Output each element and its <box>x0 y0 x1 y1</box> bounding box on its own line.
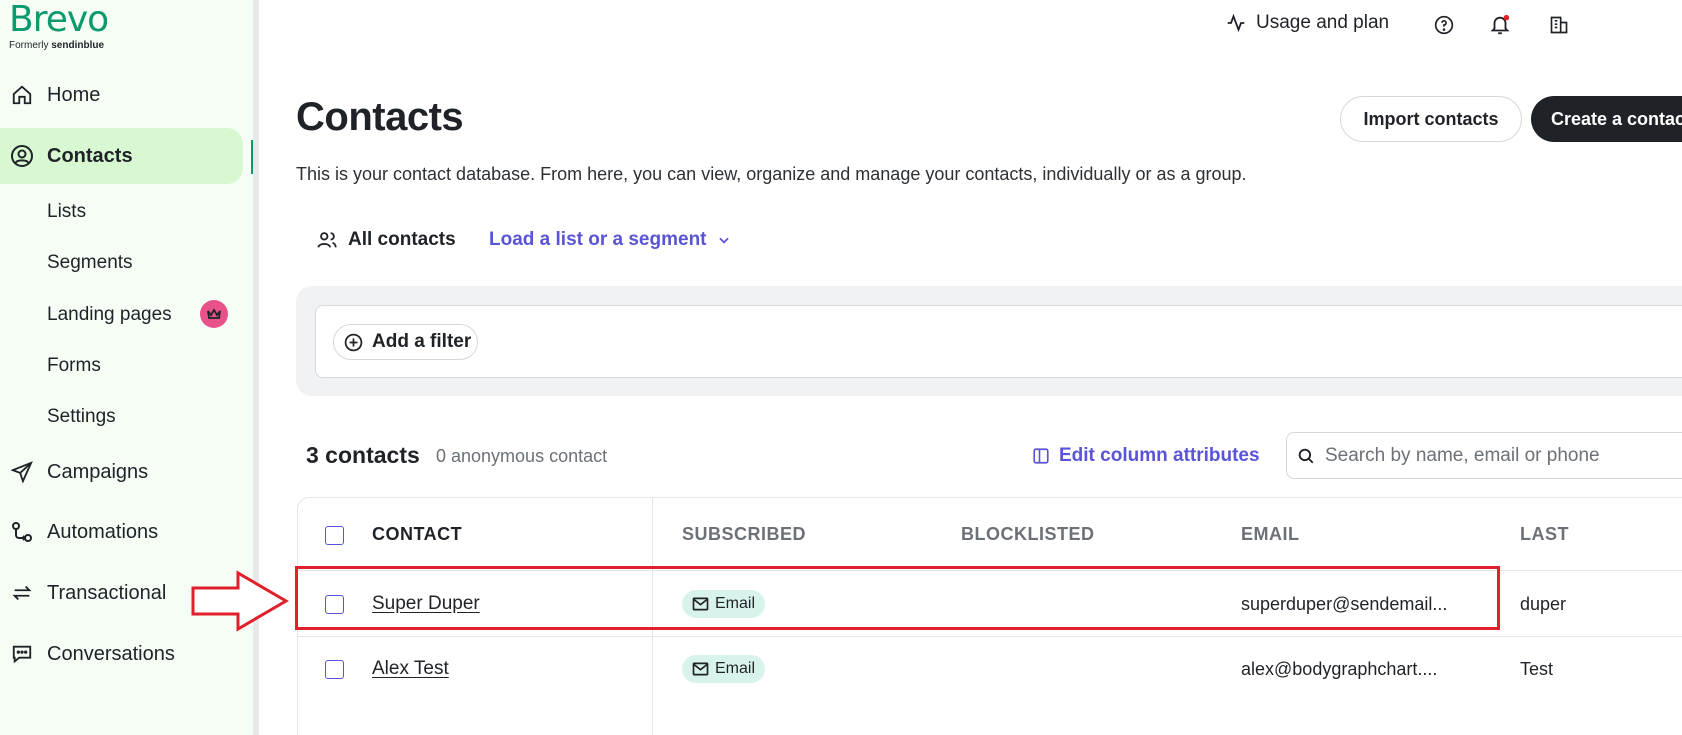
usage-and-plan-label: Usage and plan <box>1256 12 1390 33</box>
load-list-dropdown[interactable]: Load a list or a segment <box>489 229 731 251</box>
row-checkbox[interactable] <box>325 660 344 679</box>
page-description: This is your contact database. From here… <box>296 164 1247 184</box>
select-all-checkbox[interactable] <box>325 526 344 545</box>
sidebar-subitem-segments[interactable]: Segments <box>47 252 133 274</box>
column-header-email[interactable]: EMAIL <box>1241 524 1300 545</box>
sidebar-subitem-lists[interactable]: Lists <box>47 201 86 223</box>
sidebar-item-label: Conversations <box>47 642 175 665</box>
formerly-name: sendinblue <box>51 40 105 51</box>
sidebar-subitem-forms[interactable]: Forms <box>47 355 101 377</box>
active-indicator <box>251 140 253 174</box>
sidebar-subitem-settings[interactable]: Settings <box>47 406 116 428</box>
all-contacts-tab[interactable]: All contacts <box>316 229 456 251</box>
column-header-contact[interactable]: CONTACT <box>372 524 462 545</box>
column-header-blocklisted[interactable]: BLOCKLISTED <box>961 524 1095 545</box>
chat-icon <box>9 641 35 667</box>
sidebar-item-home[interactable]: Home <box>0 71 243 119</box>
load-list-label: Load a list or a segment <box>489 229 707 250</box>
sidebar-item-contacts[interactable]: Contacts <box>0 128 243 184</box>
search-input[interactable] <box>1325 444 1682 467</box>
transactional-icon <box>9 580 35 606</box>
sidebar-item-automations[interactable]: Automations <box>0 508 243 556</box>
contacts-count: 3 contacts <box>306 442 420 468</box>
sidebar-item-label: Transactional <box>47 581 167 604</box>
activity-icon <box>1227 13 1245 33</box>
import-contacts-button[interactable]: Import contacts <box>1340 96 1522 142</box>
notifications-icon[interactable] <box>1489 14 1511 36</box>
logo-wordmark: Brevo <box>9 0 109 40</box>
column-header-subscribed[interactable]: SUBSCRIBED <box>682 524 806 545</box>
send-icon <box>9 459 35 485</box>
add-filter-button[interactable]: Add a filter <box>333 324 478 360</box>
contact-name-link[interactable]: Alex Test <box>372 658 449 680</box>
sidebar-item-label: Automations <box>47 520 159 543</box>
formerly-prefix: Formerly <box>9 40 49 51</box>
sidebar-item-conversations[interactable]: Conversations <box>0 630 243 678</box>
sidebar-item-label: Contacts <box>47 144 133 167</box>
lastname-cell: duper <box>1520 594 1567 614</box>
usage-and-plan-button[interactable]: Usage and plan <box>1226 12 1389 34</box>
edit-column-attributes-button[interactable]: Edit column attributes <box>1032 445 1260 467</box>
columns-icon <box>1033 448 1049 464</box>
anonymous-count: 0 anonymous contact <box>436 446 608 466</box>
subscribed-channel: Email <box>715 660 756 677</box>
highlight-annotation-box <box>295 566 1500 630</box>
email-cell: alex@bodygraphchart.... <box>1241 659 1438 679</box>
search-icon <box>1298 448 1314 463</box>
search-field[interactable] <box>1286 432 1682 479</box>
chevron-down-icon <box>718 237 729 244</box>
column-header-last[interactable]: LAST <box>1520 524 1569 545</box>
users-icon <box>317 232 337 248</box>
sidebar-item-campaigns[interactable]: Campaigns <box>0 448 243 496</box>
plus-circle-icon <box>344 333 363 351</box>
all-contacts-label: All contacts <box>348 229 456 250</box>
row-divider <box>297 636 1682 637</box>
help-icon[interactable] <box>1433 14 1455 36</box>
crown-icon <box>200 300 228 328</box>
sidebar-item-label: Campaigns <box>47 460 149 483</box>
page-title: Contacts <box>296 95 464 139</box>
home-icon <box>9 82 35 108</box>
logo-formerly: Formerly sendinblue <box>9 40 108 51</box>
filter-bar[interactable] <box>315 305 1682 378</box>
company-icon[interactable] <box>1548 14 1570 36</box>
edit-column-attributes-label: Edit column attributes <box>1059 445 1260 466</box>
sidebar-subitem-landing-pages[interactable]: Landing pages <box>47 304 172 326</box>
sidebar-item-label: Home <box>47 83 101 106</box>
subscribed-email-badge: Email <box>682 655 766 683</box>
contacts-icon <box>9 143 35 169</box>
create-contact-button[interactable]: Create a contact <box>1531 96 1682 142</box>
right-arrow-annotation-icon <box>191 570 289 632</box>
mail-icon <box>692 662 709 676</box>
lastname-cell: Test <box>1520 659 1554 679</box>
automations-icon <box>9 519 35 545</box>
brevo-logo[interactable]: Brevo Formerly sendinblue <box>9 0 109 52</box>
add-filter-label: Add a filter <box>372 331 472 352</box>
